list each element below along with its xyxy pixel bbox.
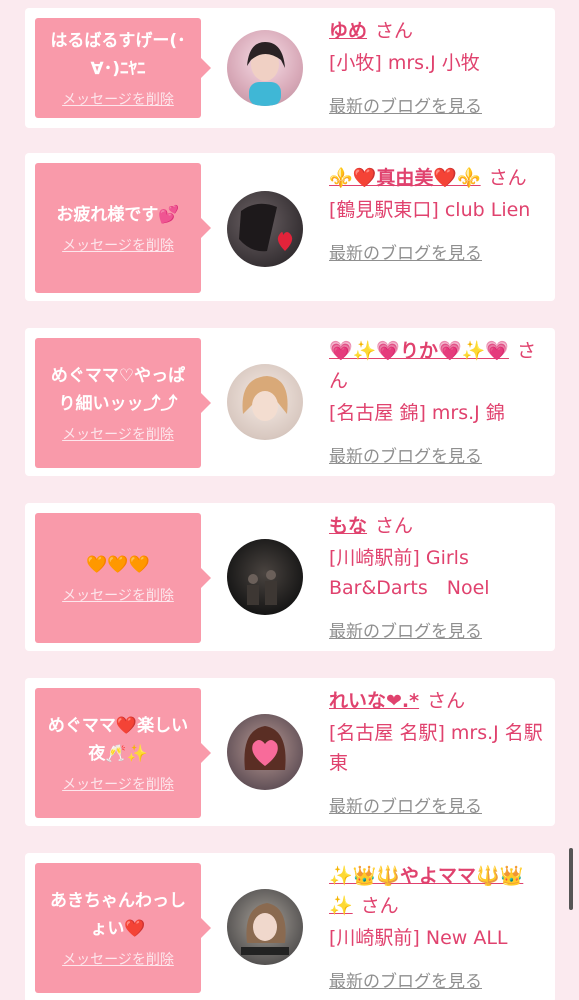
honorific-label: さん <box>375 515 414 537</box>
avatar[interactable] <box>227 539 303 615</box>
message-text: はるばるすげー(･∀･)ﾆﾔﾆ <box>50 31 186 79</box>
delete-message-link[interactable]: メッセージを削除 <box>62 949 174 969</box>
user-name-link[interactable]: ゆめ <box>329 20 367 42</box>
honorific-label: さん <box>375 20 414 42</box>
message-card: 🧡🧡🧡 メッセージを削除 もな さん [川崎駅前] Girls Bar&Darts… <box>25 503 555 651</box>
message-text: あきちゃんわっしょい❤️ <box>50 891 186 939</box>
message-list: はるばるすげー(･∀･)ﾆﾔﾆ メッセージを削除 ゆめ さん [小牧] mrs.J… <box>0 0 579 1000</box>
latest-blog-link[interactable]: 最新のブログを見る <box>329 792 482 817</box>
latest-blog-link[interactable]: 最新のブログを見る <box>329 239 482 264</box>
entry-info: もな さん [川崎駅前] Girls Bar&Darts Noel 最新のブログを… <box>329 511 543 642</box>
avatar[interactable] <box>227 889 303 965</box>
entry-info: ゆめ さん [小牧] mrs.J 小牧 最新のブログを見る <box>329 16 543 117</box>
crowd-photo-icon <box>247 570 277 605</box>
message-text: お疲れ様です💕 <box>56 205 180 225</box>
avatar[interactable] <box>227 30 303 106</box>
avatar[interactable] <box>227 191 303 267</box>
portrait-icon <box>241 903 289 955</box>
user-name-link[interactable]: ✨👑🔱やよママ🔱👑✨ <box>329 865 523 917</box>
message-bubble: 🧡🧡🧡 メッセージを削除 <box>35 513 211 643</box>
message-bubble: お疲れ様です💕 メッセージを削除 <box>35 163 211 293</box>
latest-blog-link[interactable]: 最新のブログを見る <box>329 617 482 642</box>
avatar[interactable] <box>227 364 303 440</box>
shop-label: [名古屋 錦] mrs.J 錦 <box>329 402 505 424</box>
message-card: めぐママ❤️楽しい夜🥂✨ メッセージを削除 れいな❤︎.* さん [名古屋 名駅]… <box>25 678 555 826</box>
message-bubble: はるばるすげー(･∀･)ﾆﾔﾆ メッセージを削除 <box>35 18 211 118</box>
message-card: お疲れ様です💕 メッセージを削除 ⚜️❤️真由美❤️⚜️ さん [鶴見駅東口] c… <box>25 153 555 301</box>
shop-label: [鶴見駅東口] club Lien <box>329 199 531 221</box>
portrait-icon <box>244 726 286 770</box>
message-text: 🧡🧡🧡 <box>86 555 150 575</box>
portrait-icon <box>242 376 288 421</box>
avatar[interactable] <box>227 714 303 790</box>
portrait-icon <box>239 203 293 252</box>
message-card: はるばるすげー(･∀･)ﾆﾔﾆ メッセージを削除 ゆめ さん [小牧] mrs.J… <box>25 8 555 128</box>
message-bubble: めぐママ❤️楽しい夜🥂✨ メッセージを削除 <box>35 688 211 818</box>
entry-info: ✨👑🔱やよママ🔱👑✨ さん [川崎駅前] New ALL 最新のブログを見る <box>329 861 543 992</box>
honorific-label: さん <box>488 167 527 189</box>
message-card: あきちゃんわっしょい❤️ メッセージを削除 ✨👑🔱やよママ🔱👑✨ さん [川崎駅前… <box>25 853 555 1000</box>
honorific-label: さん <box>427 690 466 712</box>
user-name-link[interactable]: もな <box>329 515 367 537</box>
honorific-label: さん <box>360 895 399 917</box>
shop-label: [川崎駅前] Girls Bar&Darts Noel <box>329 547 490 599</box>
latest-blog-link[interactable]: 最新のブログを見る <box>329 442 482 467</box>
entry-info: ⚜️❤️真由美❤️⚜️ さん [鶴見駅東口] club Lien 最新のブログを見… <box>329 163 543 264</box>
delete-message-link[interactable]: メッセージを削除 <box>62 89 174 109</box>
user-name-link[interactable]: 💗✨💗りか💗✨💗 <box>329 340 509 362</box>
user-name-link[interactable]: れいな❤︎.* <box>329 690 419 712</box>
message-card: めぐママ♡やっぱり細いッッ⤴︎⤴︎ メッセージを削除 💗✨💗りか💗✨💗 さん [名… <box>25 328 555 476</box>
user-name-link[interactable]: ⚜️❤️真由美❤️⚜️ <box>329 167 481 189</box>
delete-message-link[interactable]: メッセージを削除 <box>62 235 174 255</box>
message-bubble: あきちゃんわっしょい❤️ メッセージを削除 <box>35 863 211 993</box>
entry-info: 💗✨💗りか💗✨💗 さん [名古屋 錦] mrs.J 錦 最新のブログを見る <box>329 336 543 467</box>
portrait-icon <box>247 42 285 106</box>
message-text: めぐママ❤️楽しい夜🥂✨ <box>47 716 189 764</box>
delete-message-link[interactable]: メッセージを削除 <box>62 424 174 444</box>
delete-message-link[interactable]: メッセージを削除 <box>62 585 174 605</box>
vertical-scrollbar[interactable] <box>569 848 573 910</box>
shop-label: [小牧] mrs.J 小牧 <box>329 52 480 74</box>
shop-label: [川崎駅前] New ALL <box>329 927 508 949</box>
latest-blog-link[interactable]: 最新のブログを見る <box>329 92 482 117</box>
message-bubble: めぐママ♡やっぱり細いッッ⤴︎⤴︎ メッセージを削除 <box>35 338 211 468</box>
shop-label: [名古屋 名駅] mrs.J 名駅東 <box>329 722 543 774</box>
latest-blog-link[interactable]: 最新のブログを見る <box>329 967 482 992</box>
message-text: めぐママ♡やっぱり細いッッ⤴︎⤴︎ <box>50 366 186 414</box>
delete-message-link[interactable]: メッセージを削除 <box>62 774 174 794</box>
entry-info: れいな❤︎.* さん [名古屋 名駅] mrs.J 名駅東 最新のブログを見る <box>329 686 543 817</box>
